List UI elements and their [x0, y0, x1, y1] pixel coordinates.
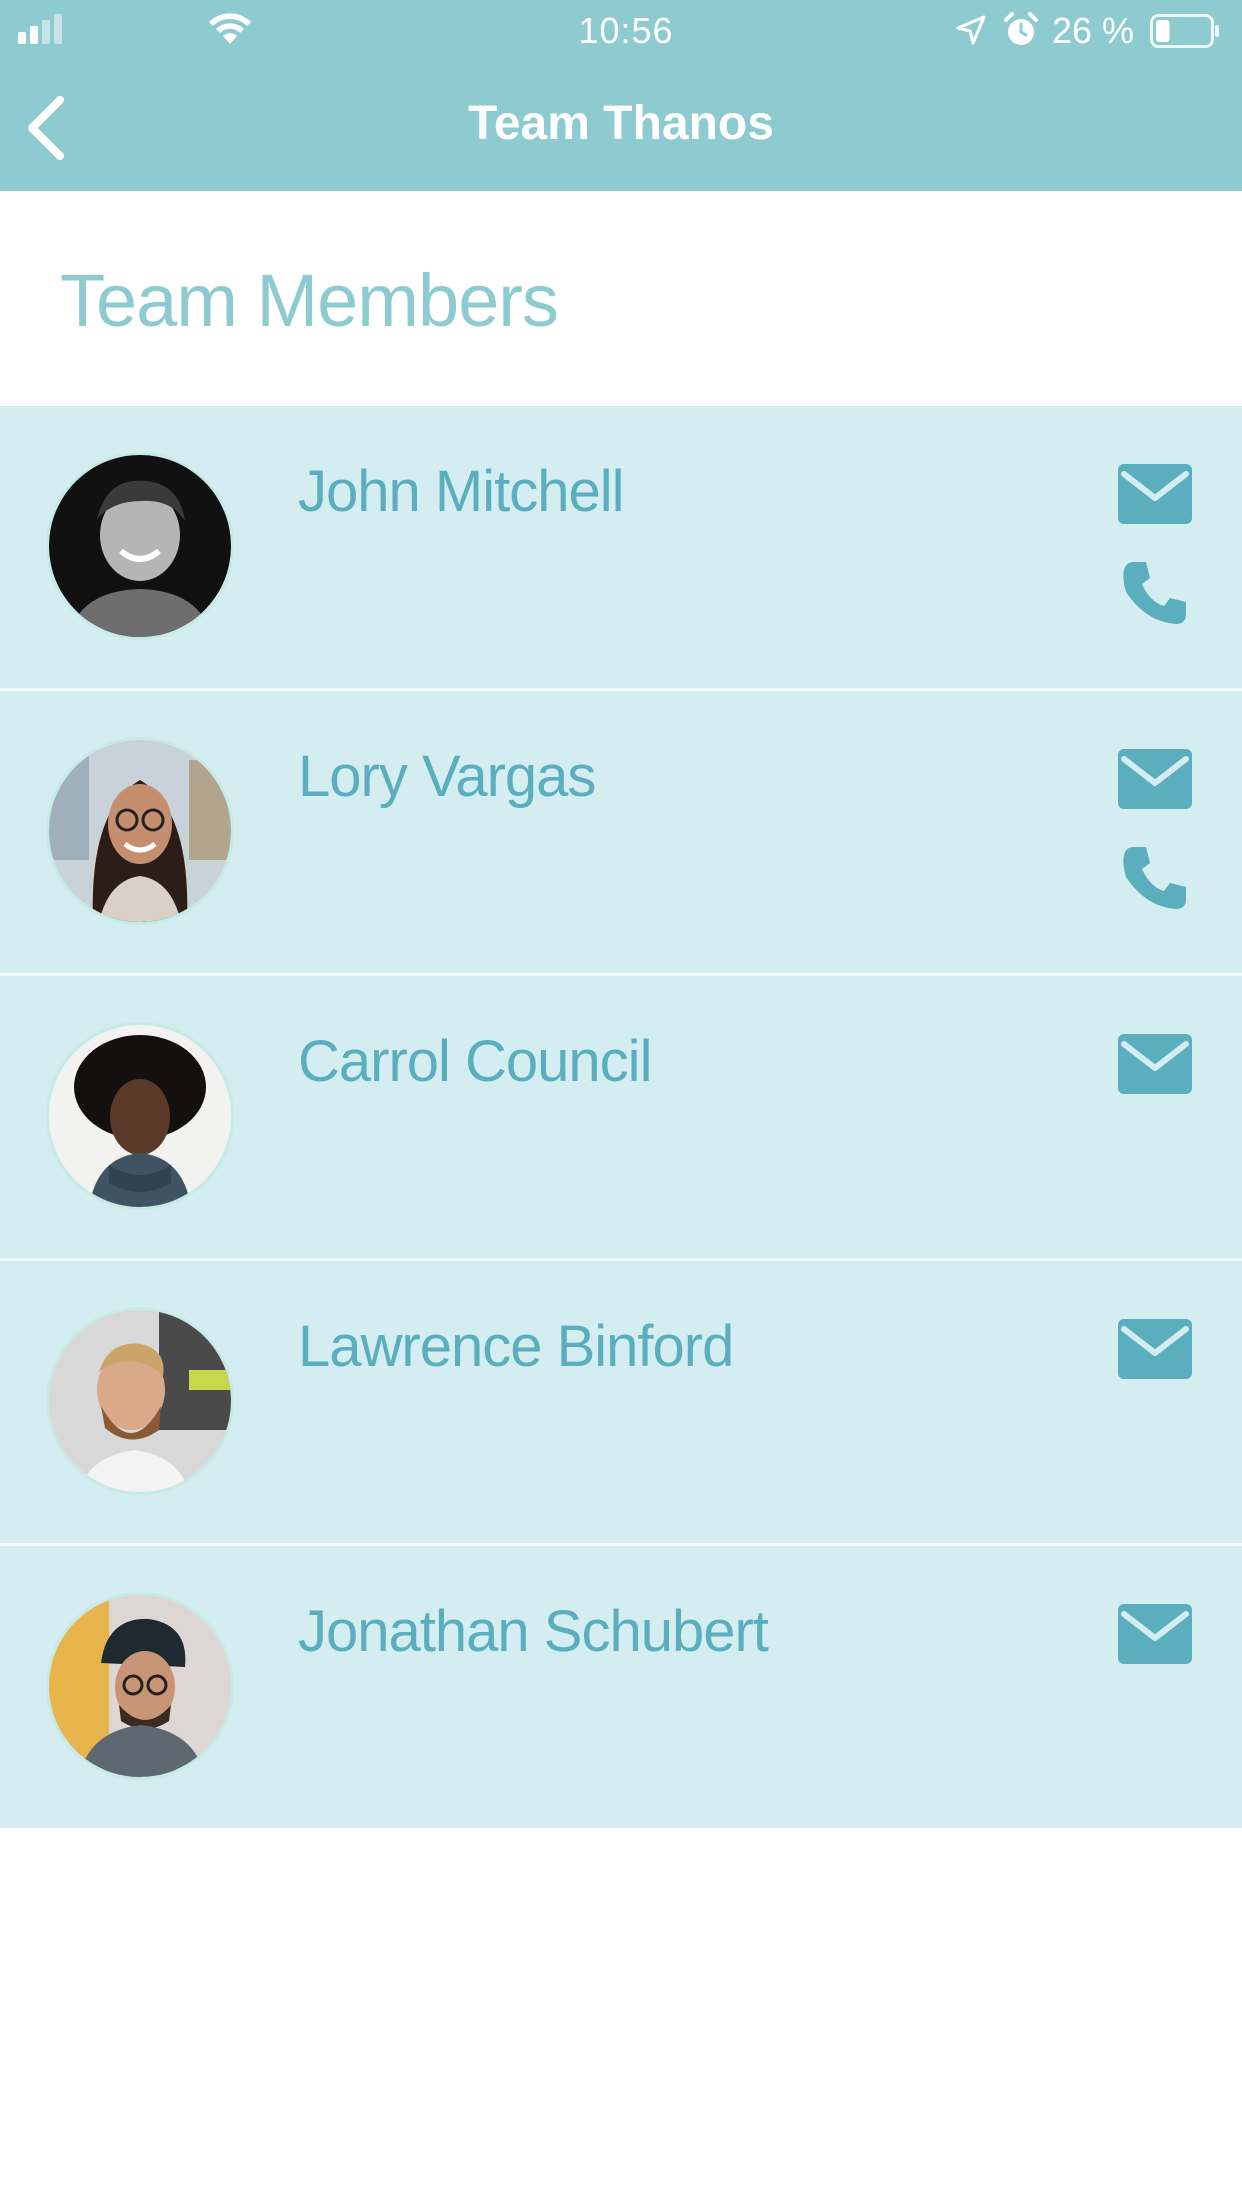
- member-row[interactable]: Carrol Council: [0, 976, 1242, 1261]
- battery-percentage: 26 %: [1052, 10, 1135, 51]
- mail-icon[interactable]: [1118, 749, 1192, 809]
- mail-icon[interactable]: [1118, 464, 1192, 524]
- avatar: [46, 737, 234, 925]
- section-title: Team Members: [60, 259, 559, 342]
- team-members-list: John Mitchell Lory Vargas Carrol Council…: [0, 406, 1242, 1828]
- mail-icon[interactable]: [1118, 1319, 1192, 1379]
- back-button[interactable]: [20, 92, 70, 164]
- alarm-clock-icon: [1004, 12, 1038, 45]
- wifi-icon: [209, 13, 251, 44]
- cellular-signal-icon: [18, 14, 62, 44]
- status-time: 10:56: [578, 10, 674, 51]
- member-row[interactable]: Lawrence Binford: [0, 1261, 1242, 1546]
- status-bar: 10:56 26 %: [0, 0, 1242, 62]
- top-bar: 10:56 26 % Team Thanos: [0, 0, 1242, 191]
- member-name: Carrol Council: [298, 1029, 652, 1094]
- avatar: [46, 1592, 234, 1780]
- page-title: Team Thanos: [468, 97, 774, 150]
- member-row[interactable]: John Mitchell: [0, 406, 1242, 691]
- battery-icon: [1150, 14, 1219, 48]
- mail-icon[interactable]: [1118, 1604, 1192, 1664]
- member-name: John Mitchell: [298, 459, 624, 524]
- member-name: Jonathan Schubert: [298, 1599, 769, 1664]
- avatar: [46, 452, 234, 640]
- member-row[interactable]: Jonathan Schubert: [0, 1546, 1242, 1828]
- phone-icon[interactable]: [1120, 843, 1190, 913]
- location-arrow-icon: [956, 15, 986, 45]
- avatar: [46, 1022, 234, 1210]
- mail-icon[interactable]: [1118, 1034, 1192, 1094]
- member-name: Lawrence Binford: [298, 1314, 734, 1379]
- screen: 10:56 26 % Team Thanos Team Members John…: [0, 0, 1242, 2208]
- member-row[interactable]: Lory Vargas: [0, 691, 1242, 976]
- member-name: Lory Vargas: [298, 744, 596, 809]
- avatar: [46, 1307, 234, 1495]
- phone-icon[interactable]: [1120, 558, 1190, 628]
